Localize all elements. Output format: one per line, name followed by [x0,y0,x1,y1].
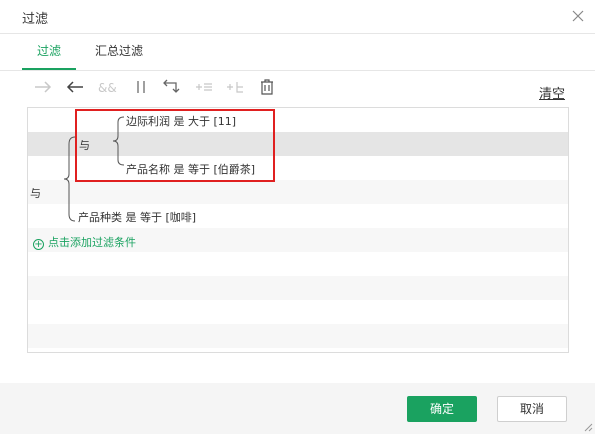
row-stripe [28,276,568,300]
add-condition-link[interactable]: + 点击添加过滤条件 [33,234,136,250]
dialog-footer: 确定 取消 [0,383,595,434]
tab-filter[interactable]: 过滤 [22,42,76,70]
resize-grip-icon[interactable] [581,420,593,432]
close-icon[interactable] [568,6,588,26]
dialog-title: 过滤 [22,12,49,27]
clear-link[interactable]: 清空 [539,83,565,102]
outer-logic-operator[interactable]: 与 [30,185,41,201]
filter-dialog: 过滤 过滤 汇总过滤 && 清空 与 与 边际利润 是 大于 [11] 产品名称… [0,0,595,434]
row-stripe [28,324,568,348]
indent-left-icon[interactable] [64,76,86,98]
highlight-annotation [75,109,275,182]
tab-bar: 过滤 汇总过滤 [0,34,595,71]
indent-right-icon[interactable] [32,76,54,98]
add-condition-icon[interactable] [193,76,215,98]
condition-row[interactable]: 产品种类 是 等于 [咖啡] [78,209,196,225]
filter-toolbar: && 清空 [26,76,574,102]
row-stripe [28,180,568,204]
row-stripe [28,252,568,276]
and-icon[interactable]: && [96,76,118,98]
delete-icon[interactable] [256,76,278,98]
add-circle-icon: + [33,239,44,250]
tab-summary-filter[interactable]: 汇总过滤 [89,42,149,70]
row-stripe [28,300,568,324]
ok-button[interactable]: 确定 [407,396,477,422]
swap-icon[interactable] [160,76,182,98]
dialog-title-bar: 过滤 [0,0,595,34]
add-condition-label: 点击添加过滤条件 [48,236,136,249]
cancel-button[interactable]: 取消 [497,396,567,422]
or-icon[interactable] [130,76,152,98]
svg-text:&&: && [98,81,117,95]
add-sub-condition-icon[interactable] [224,76,246,98]
